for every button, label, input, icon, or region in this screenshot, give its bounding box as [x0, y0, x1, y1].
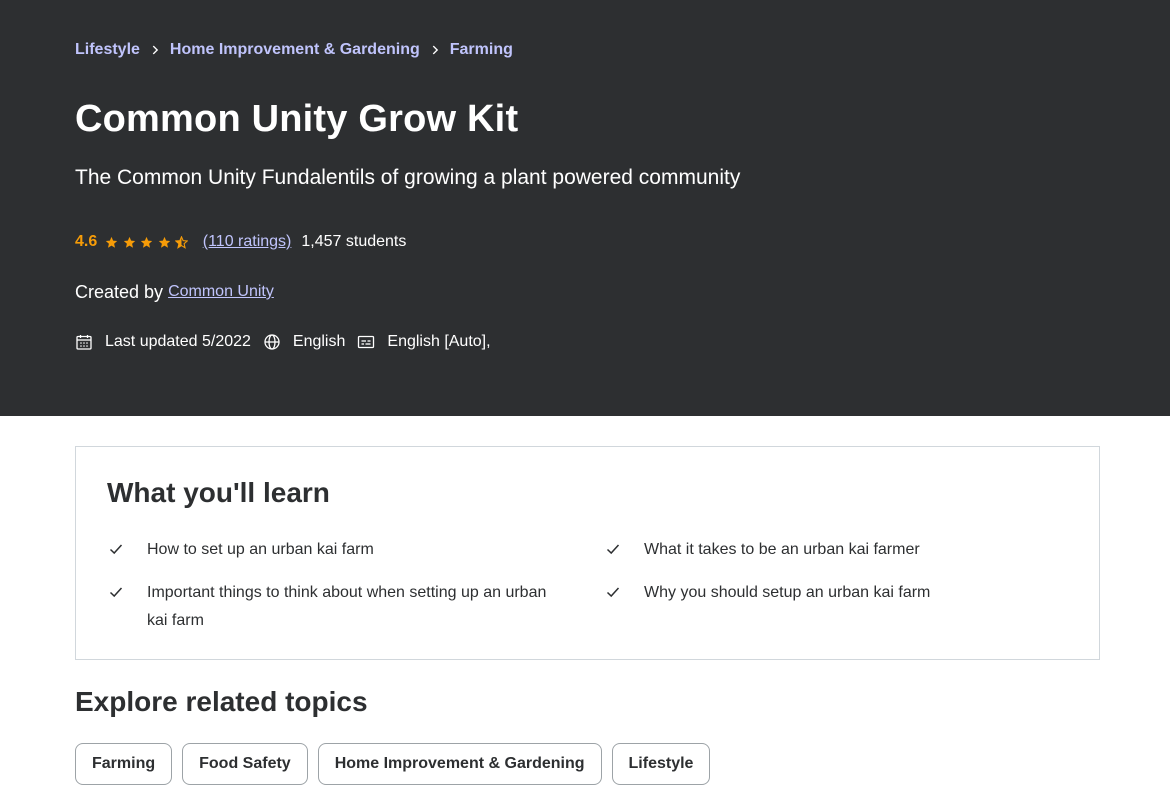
- star-icon: [158, 236, 170, 248]
- captions-icon: [357, 333, 375, 351]
- created-by-row: Created by Common Unity: [75, 281, 274, 303]
- star-half-icon: [175, 235, 189, 249]
- star-icon: [123, 236, 135, 248]
- instructor-link[interactable]: Common Unity: [168, 283, 274, 301]
- learn-item-text: How to set up an urban kai farm: [147, 541, 374, 558]
- calendar-icon: [75, 333, 93, 351]
- globe-icon: [263, 333, 281, 351]
- rating-row: 4.6 (110 ratings) 1,457 students: [75, 231, 406, 253]
- ratings-count-link[interactable]: (110 ratings): [203, 233, 292, 251]
- course-hero: Lifestyle Home Improvement & Gardening F…: [0, 0, 1170, 416]
- course-subtitle: The Common Unity Fundalentils of growing…: [75, 166, 741, 189]
- learn-title: What you'll learn: [107, 477, 330, 508]
- star-icon: [106, 236, 118, 248]
- learn-item: How to set up an urban kai farm: [108, 536, 548, 564]
- what-you-will-learn: What you'll learn How to set up an urban…: [75, 446, 1100, 660]
- star-rating: [105, 235, 193, 249]
- check-icon: [109, 544, 123, 555]
- last-updated: Last updated 5/2022: [105, 333, 251, 350]
- course-language: English: [292, 333, 346, 350]
- chevron-right-icon: [140, 43, 170, 57]
- learn-item: Why you should setup an urban kai farm: [605, 579, 1045, 607]
- breadcrumb-home-improvement-gardening[interactable]: Home Improvement & Gardening: [170, 41, 420, 59]
- check-icon: [606, 587, 620, 598]
- topic-lifestyle[interactable]: Lifestyle: [611, 743, 711, 785]
- star-icon: [141, 236, 153, 248]
- course-captions: English [Auto],: [387, 333, 491, 350]
- course-title: Common Unity Grow Kit: [75, 98, 519, 140]
- related-topics: Farming Food Safety Home Improvement & G…: [75, 743, 720, 785]
- topic-food-safety[interactable]: Food Safety: [182, 743, 308, 785]
- breadcrumb-lifestyle[interactable]: Lifestyle: [75, 41, 140, 59]
- learn-item-text: Why you should setup an urban kai farm: [644, 584, 931, 601]
- rating-value: 4.6: [75, 233, 98, 250]
- learn-item-text: Important things to think about when set…: [147, 584, 547, 629]
- learn-item: What it takes to be an urban kai farmer: [605, 536, 1045, 564]
- created-by-label: Created by: [75, 281, 164, 302]
- breadcrumb: Lifestyle Home Improvement & Gardening F…: [75, 38, 513, 62]
- topic-farming[interactable]: Farming: [75, 743, 173, 785]
- check-icon: [109, 587, 123, 598]
- learn-item-text: What it takes to be an urban kai farmer: [644, 541, 920, 558]
- chevron-right-icon: [420, 43, 450, 57]
- explore-topics-title: Explore related topics: [75, 686, 368, 717]
- learn-item: Important things to think about when set…: [108, 579, 548, 635]
- breadcrumb-farming[interactable]: Farming: [450, 41, 513, 59]
- topic-home-improvement-gardening[interactable]: Home Improvement & Gardening: [317, 743, 602, 785]
- course-meta-row: Last updated 5/2022 English English [Aut…: [75, 331, 503, 353]
- students-count: 1,457 students: [301, 233, 407, 250]
- check-icon: [606, 544, 620, 555]
